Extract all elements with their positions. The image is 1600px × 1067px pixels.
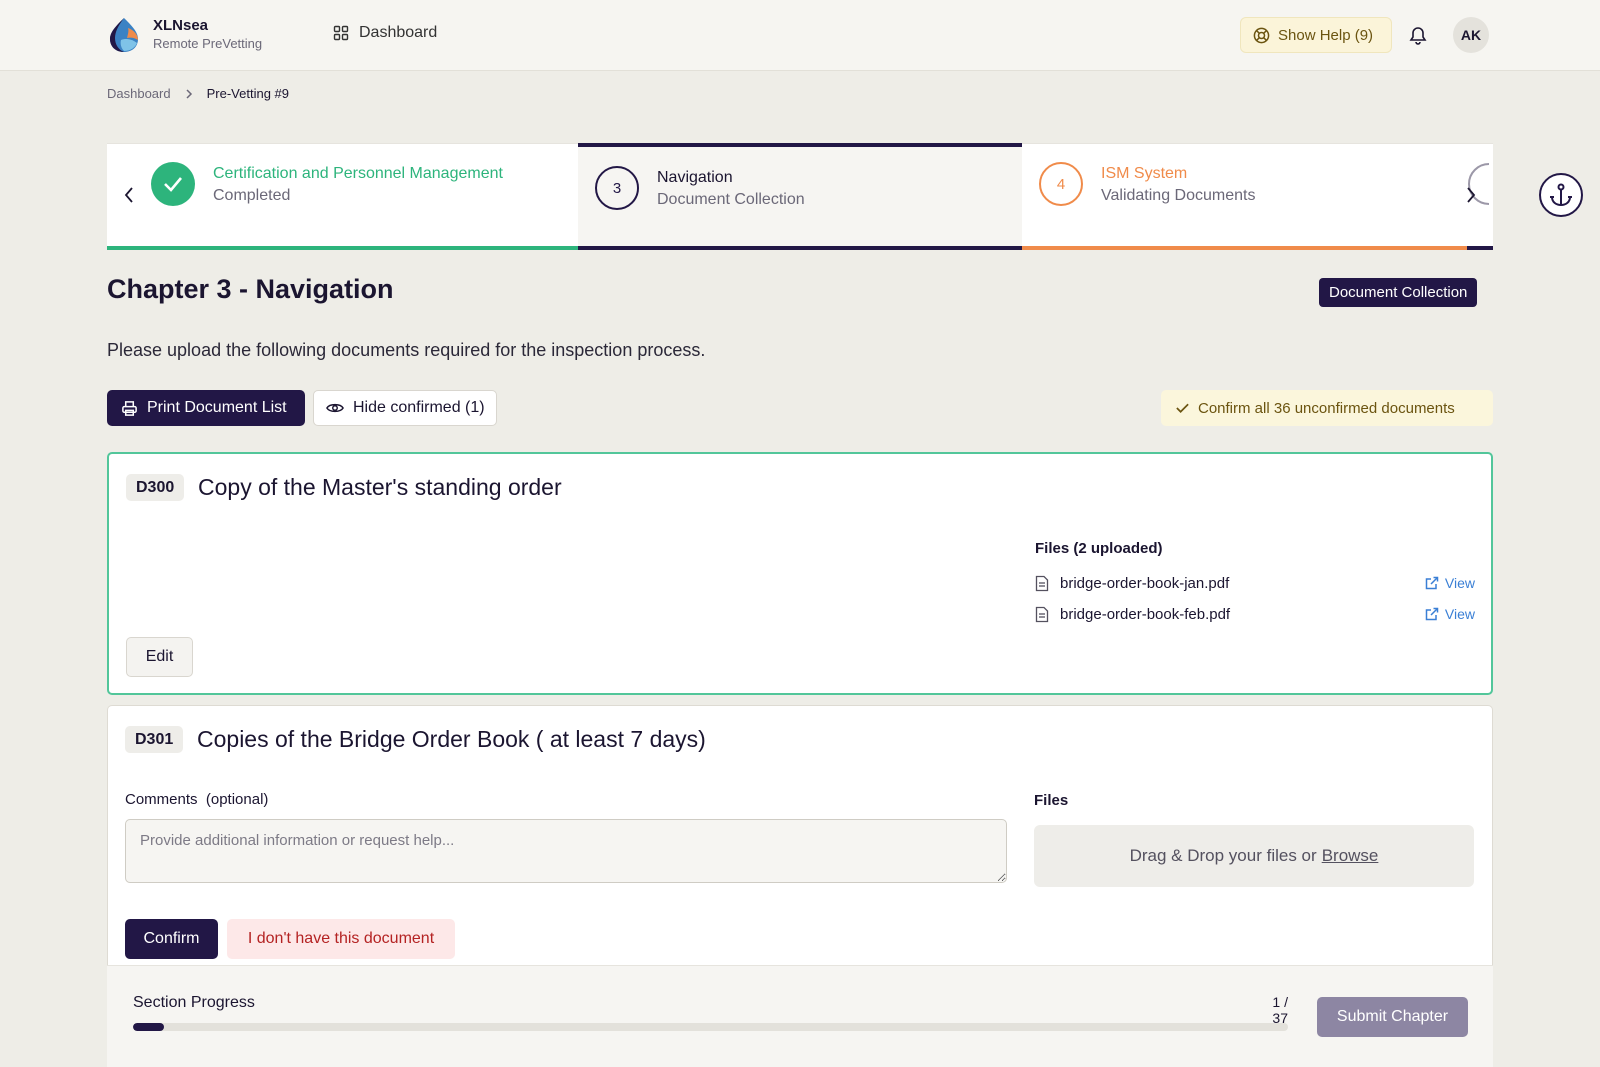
- document-card-d300: D300 Copy of the Master's standing order…: [107, 452, 1493, 695]
- confirm-all-button[interactable]: Confirm all 36 unconfirmed documents: [1161, 390, 1493, 426]
- file-name: bridge-order-book-jan.pdf: [1060, 574, 1230, 592]
- confirm-button[interactable]: Confirm: [125, 919, 218, 959]
- phase-badge: Document Collection: [1319, 278, 1478, 307]
- eye-icon: [326, 403, 344, 413]
- anchor-icon[interactable]: [1539, 173, 1583, 217]
- page-title: Chapter 3 - Navigation: [107, 274, 394, 304]
- breadcrumb-current: Pre-Vetting #9: [206, 86, 289, 101]
- progress-bar-fill: [133, 1023, 165, 1031]
- show-help-button[interactable]: Show Help (9): [1240, 17, 1392, 53]
- view-label: View: [1444, 606, 1475, 622]
- document-code: D301: [125, 726, 184, 753]
- browse-link[interactable]: Browse: [1322, 846, 1379, 866]
- brand-subtitle: Remote PreVetting: [153, 36, 263, 51]
- step-title: Navigation: [657, 169, 733, 186]
- step-status: Document Collection: [657, 191, 805, 208]
- dont-have-document-button[interactable]: I don't have this document: [227, 919, 455, 959]
- file-name: bridge-order-book-feb.pdf: [1060, 605, 1231, 623]
- print-document-list-button[interactable]: Print Document List: [107, 390, 305, 426]
- document-title: Copy of the Master's standing order: [198, 474, 562, 500]
- progress-bar: [133, 1023, 1288, 1031]
- external-link-icon: [1425, 576, 1439, 590]
- breadcrumb-dashboard-link[interactable]: Dashboard: [107, 86, 171, 101]
- stepper-next-chevron-icon[interactable]: [1465, 186, 1477, 209]
- step-title: ISM System: [1101, 165, 1188, 182]
- step-title: Certification and Personnel Management: [213, 165, 503, 182]
- files-heading: Files (2 uploaded): [1035, 540, 1163, 557]
- file-icon: [1035, 575, 1049, 591]
- file-row: bridge-order-book-feb.pdf View: [1035, 602, 1475, 626]
- comments-input[interactable]: [125, 819, 1007, 883]
- submit-chapter-button[interactable]: Submit Chapter: [1317, 997, 1468, 1037]
- file-icon: [1035, 606, 1049, 622]
- document-code: D300: [126, 474, 185, 501]
- comments-optional-text: (optional): [205, 791, 269, 808]
- step-certification[interactable]: Certification and Personnel Management C…: [107, 144, 578, 250]
- step-navigation[interactable]: 3 Navigation Document Collection: [578, 143, 1022, 250]
- notifications-bell-icon[interactable]: [1409, 25, 1427, 50]
- lifebuoy-icon: [1253, 27, 1270, 43]
- top-bar: XLNsea Remote PreVetting Dashboard Show …: [0, 0, 1600, 71]
- brand-name: XLNsea: [153, 17, 209, 34]
- step-number: 3: [595, 166, 639, 210]
- edit-button[interactable]: Edit: [126, 637, 193, 677]
- document-card-d301: D301 Copies of the Bridge Order Book ( a…: [107, 705, 1493, 967]
- step-status: Validating Documents: [1101, 187, 1256, 204]
- view-label: View: [1444, 575, 1475, 591]
- nav-dashboard-label: Dashboard: [359, 24, 438, 41]
- view-file-link[interactable]: View: [1425, 575, 1475, 591]
- chevron-right-icon: [185, 88, 193, 100]
- step-number: 4: [1039, 162, 1083, 206]
- view-file-link[interactable]: View: [1425, 606, 1475, 622]
- printer-icon: [122, 400, 137, 416]
- step-ism-system[interactable]: 4 ISM System Validating Documents: [1022, 144, 1467, 250]
- brand[interactable]: XLNsea Remote PreVetting: [107, 16, 262, 54]
- files-heading: Files: [1034, 792, 1069, 809]
- print-button-label: Print Document List: [147, 399, 287, 416]
- file-dropzone[interactable]: Drag & Drop your files or Browse: [1034, 825, 1474, 887]
- document-title: Copies of the Bridge Order Book ( at lea…: [197, 726, 706, 752]
- show-help-label: Show Help (9): [1278, 26, 1374, 44]
- comments-label: Comments (optional): [125, 791, 268, 808]
- brand-logo-icon: [107, 16, 141, 54]
- hide-button-label: Hide confirmed (1): [353, 399, 485, 416]
- chapter-stepper: Certification and Personnel Management C…: [107, 143, 1493, 250]
- instructions-text: Please upload the following documents re…: [107, 340, 706, 360]
- progress-count: 1 / 37: [1272, 994, 1288, 1026]
- external-link-icon: [1425, 607, 1439, 621]
- step-status: Completed: [213, 187, 291, 204]
- check-icon: [151, 162, 195, 206]
- hide-confirmed-button[interactable]: Hide confirmed (1): [313, 390, 497, 426]
- file-row: bridge-order-book-jan.pdf View: [1035, 571, 1475, 595]
- progress-label: Section Progress: [133, 994, 255, 1011]
- user-avatar[interactable]: AK: [1453, 17, 1489, 53]
- comments-label-text: Comments: [125, 791, 198, 808]
- breadcrumb: Dashboard Pre-Vetting #9: [107, 86, 289, 101]
- dashboard-grid-icon: [333, 25, 349, 41]
- dropzone-text: Drag & Drop your files or: [1129, 846, 1317, 865]
- check-icon: [1176, 403, 1189, 413]
- nav-dashboard-link[interactable]: Dashboard: [333, 24, 437, 42]
- confirm-all-label: Confirm all 36 unconfirmed documents: [1198, 399, 1455, 417]
- section-progress-panel: Section Progress 1 / 37 Submit Chapter: [107, 965, 1493, 1067]
